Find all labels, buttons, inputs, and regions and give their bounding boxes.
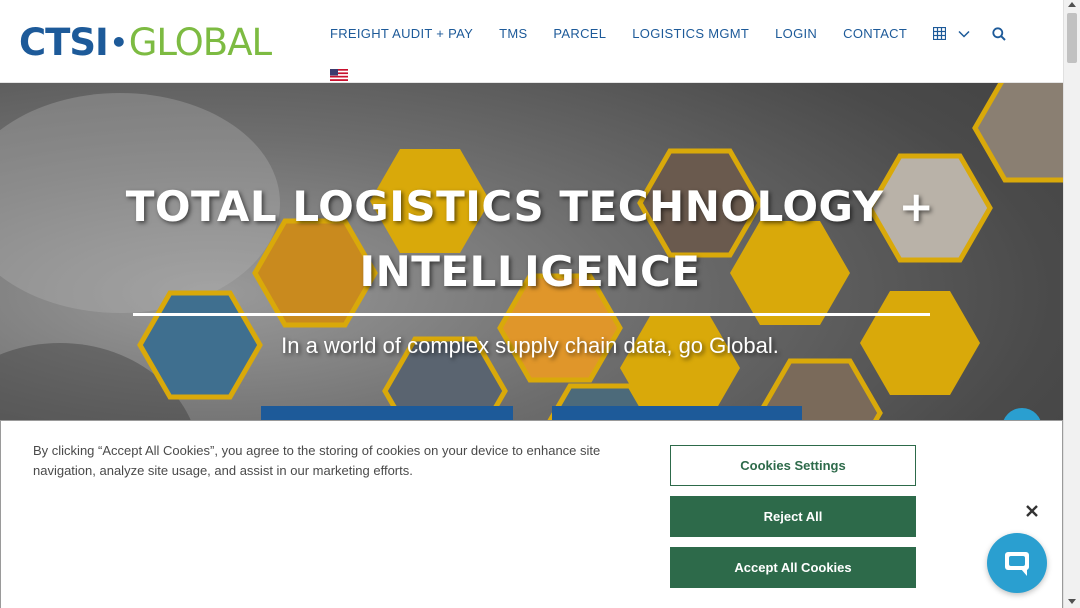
cookies-settings-button[interactable]: Cookies Settings bbox=[670, 445, 916, 486]
chat-bubble-icon bbox=[1005, 552, 1029, 576]
hero-subtitle: In a world of complex supply chain data,… bbox=[281, 333, 779, 358]
us-flag-icon[interactable] bbox=[330, 69, 348, 81]
chevron-down-icon bbox=[958, 30, 970, 38]
logo-text-ctsi: CTSI bbox=[19, 20, 109, 64]
close-icon[interactable] bbox=[1022, 501, 1042, 521]
page-scrollbar[interactable] bbox=[1063, 0, 1080, 608]
search-icon[interactable] bbox=[992, 26, 1006, 41]
hero-title-line-1: TOTAL LOGISTICS TECHNOLOGY + bbox=[125, 182, 935, 231]
scroll-thumb[interactable] bbox=[1067, 13, 1077, 63]
main-navigation: FREIGHT AUDIT + PAY TMS PARCEL LOGISTICS… bbox=[330, 26, 1006, 41]
hero-divider bbox=[133, 313, 930, 316]
nav-item-login[interactable]: LOGIN bbox=[775, 26, 817, 41]
accept-all-cookies-button[interactable]: Accept All Cookies bbox=[670, 547, 916, 588]
nav-item-tms[interactable]: TMS bbox=[499, 26, 527, 41]
ctsi-global-logo[interactable]: CTSI • GLOBAL bbox=[19, 20, 272, 64]
hero-title-line-2: INTELLIGENCE bbox=[359, 247, 701, 296]
nav-item-logistics-mgmt[interactable]: LOGISTICS MGMT bbox=[632, 26, 749, 41]
nav-item-parcel[interactable]: PARCEL bbox=[553, 26, 606, 41]
nav-item-freight-audit-pay[interactable]: FREIGHT AUDIT + PAY bbox=[330, 26, 473, 41]
reject-all-button[interactable]: Reject All bbox=[670, 496, 916, 537]
cookie-consent-banner: By clicking “Accept All Cookies”, you ag… bbox=[0, 420, 1063, 608]
logo-separator: • bbox=[109, 25, 128, 59]
scroll-up-arrow-icon[interactable] bbox=[1068, 2, 1076, 7]
language-selector[interactable] bbox=[933, 27, 970, 40]
scroll-down-arrow-icon[interactable] bbox=[1068, 599, 1076, 604]
chat-widget-button[interactable] bbox=[987, 533, 1047, 593]
logo-text-global: GLOBAL bbox=[128, 20, 272, 64]
grid-icon bbox=[933, 27, 947, 40]
nav-item-contact[interactable]: CONTACT bbox=[843, 26, 907, 41]
cookie-consent-text: By clicking “Accept All Cookies”, you ag… bbox=[33, 443, 601, 478]
site-header: CTSI • GLOBAL FREIGHT AUDIT + PAY TMS PA… bbox=[0, 0, 1063, 83]
